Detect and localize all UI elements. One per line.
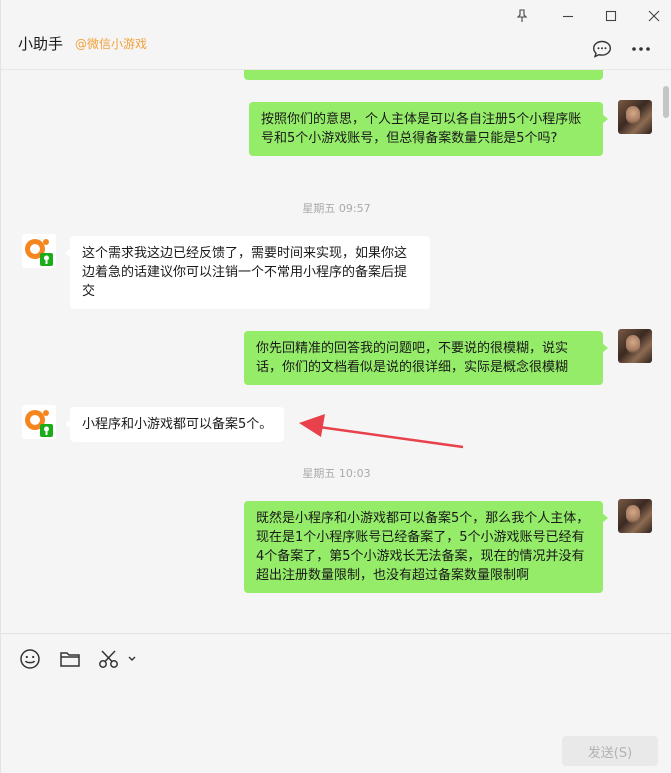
chat-header: 小助手 @微信小游戏	[1, 0, 671, 70]
avatar[interactable]	[22, 234, 56, 268]
message-list[interactable]: 按照你们的意思，个人主体是可以各自注册5个小程序账号和5个小游戏账号，但总得备案…	[1, 70, 671, 633]
close-icon[interactable]	[646, 9, 662, 25]
pin-icon[interactable]	[514, 9, 530, 25]
chat-window: 小助手 @微信小游戏 按照你们的意思，个人主体是可以各自注册5个小程序账号和5个…	[0, 0, 671, 773]
previous-message-bubble	[244, 70, 603, 80]
scissors-icon[interactable]	[98, 648, 136, 670]
message-bubble-me[interactable]: 按照你们的意思，个人主体是可以各自注册5个小程序账号和5个小游戏账号，但总得备案…	[249, 102, 608, 156]
scrollbar[interactable]	[663, 86, 669, 118]
avatar[interactable]	[618, 499, 652, 533]
chat-subtitle: @微信小游戏	[75, 37, 148, 51]
message-bubble-me[interactable]: 既然是小程序和小游戏都可以备案5个，那么我个人主体，现在是1个小程序账号已经备案…	[244, 501, 608, 593]
timestamp: 星期五 09:57	[302, 202, 371, 215]
maximize-icon[interactable]	[603, 9, 619, 25]
folder-icon[interactable]	[59, 648, 81, 670]
message-bubble-other[interactable]: 小程序和小游戏都可以备案5个。	[64, 407, 285, 442]
message-bubble-other[interactable]: 这个需求我这边已经反馈了，需要时间来实现，如果你这边着急的话建议你可以注销一个不…	[65, 236, 430, 309]
chat-title: 小助手	[18, 35, 64, 53]
emoji-icon[interactable]	[19, 648, 41, 670]
message-bubble-me[interactable]: 你先回精准的回答我的问题吧，不要说的很模糊，说实话，你们的文档看似是说的很详细，…	[244, 331, 608, 385]
avatar[interactable]	[618, 329, 652, 363]
minimize-icon[interactable]	[560, 9, 576, 25]
more-icon[interactable]	[631, 40, 651, 58]
avatar[interactable]	[618, 100, 652, 134]
avatar[interactable]	[22, 405, 56, 439]
chat-bubble-icon[interactable]	[592, 40, 612, 58]
send-button[interactable]: 发送(S)	[562, 736, 658, 766]
timestamp: 星期五 10:03	[302, 467, 371, 480]
